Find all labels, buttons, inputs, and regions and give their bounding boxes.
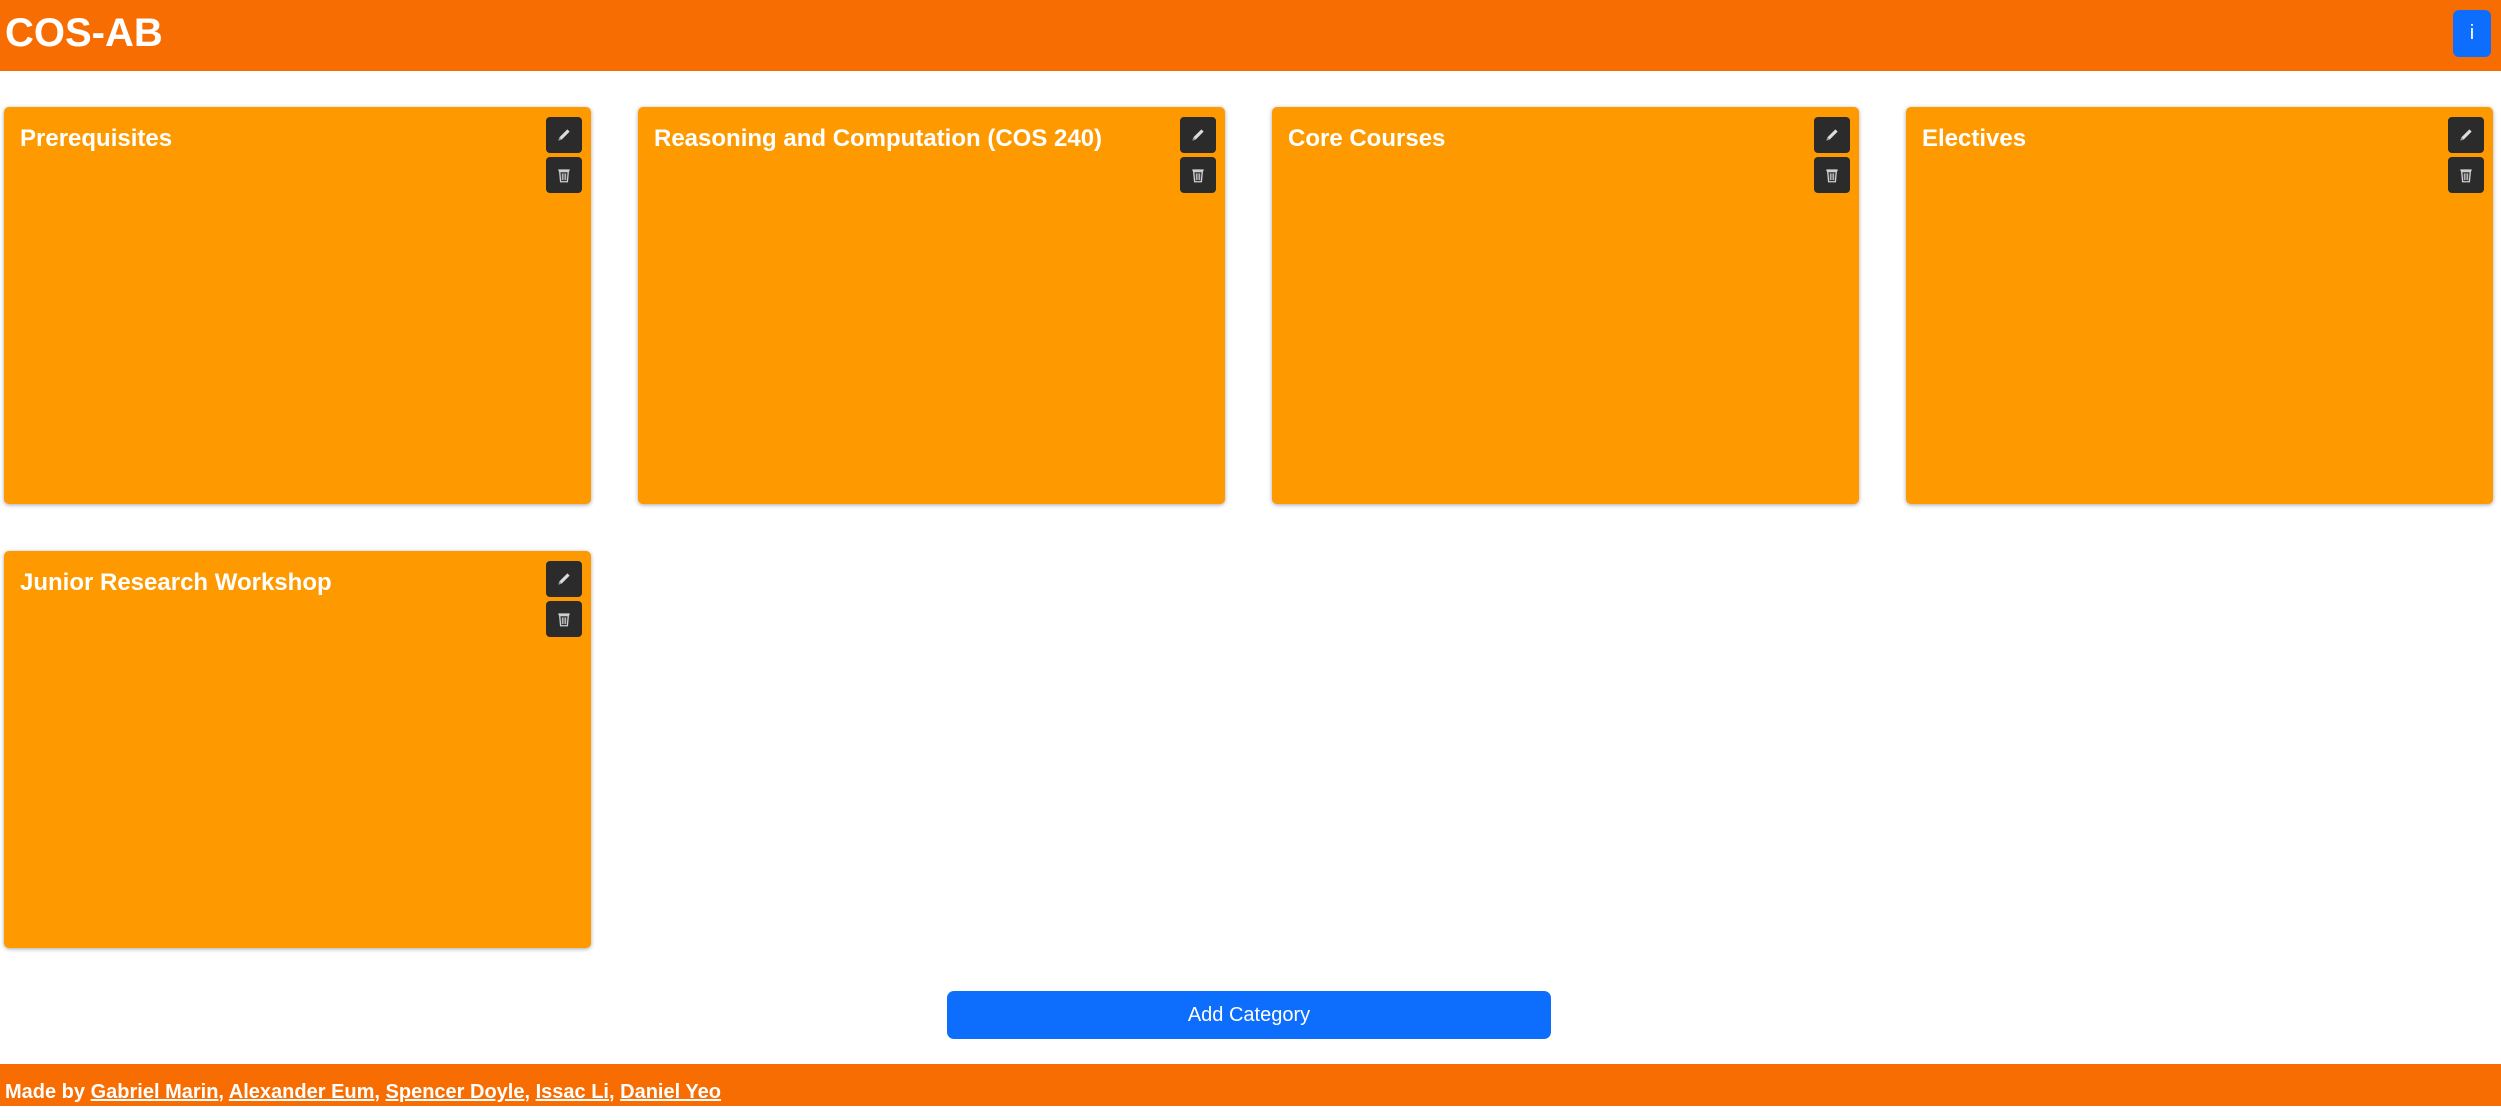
edit-category-button[interactable] xyxy=(1814,117,1850,153)
info-button[interactable]: i xyxy=(2453,10,2491,57)
author-link-alexander-eum[interactable]: Alexander Eum xyxy=(229,1081,375,1103)
author-link-spencer-doyle[interactable]: Spencer Doyle xyxy=(386,1081,525,1103)
category-title: Electives xyxy=(1922,125,2027,152)
trash-icon xyxy=(1826,169,1838,183)
author-link-gabriel-marin[interactable]: Gabriel Marin xyxy=(91,1081,219,1103)
category-card-junior-research-workshop: Junior Research Workshop xyxy=(4,551,591,948)
category-card-electives: Electives xyxy=(1906,107,2493,504)
category-title: Reasoning and Computation (COS 240) xyxy=(654,125,1103,152)
pencil-icon xyxy=(1192,129,1204,141)
add-category-button[interactable]: Add Category xyxy=(947,991,1551,1039)
author-link-issac-li[interactable]: Issac Li xyxy=(536,1081,609,1103)
delete-category-button[interactable] xyxy=(2448,157,2484,193)
trash-icon xyxy=(558,613,570,627)
delete-category-button[interactable] xyxy=(1814,157,1850,193)
footer-prefix: Made by xyxy=(5,1081,86,1103)
trash-icon xyxy=(2460,169,2472,183)
app-header: COS-AB i xyxy=(0,0,2501,71)
pencil-icon xyxy=(558,573,570,585)
pencil-icon xyxy=(2460,129,2472,141)
category-title: Core Courses xyxy=(1288,125,1446,152)
author-link-daniel-yeo[interactable]: Daniel Yeo xyxy=(620,1081,721,1103)
footer-separator: , xyxy=(218,1081,224,1103)
trash-icon xyxy=(558,169,570,183)
trash-icon xyxy=(1192,169,1204,183)
category-title: Prerequisites xyxy=(20,125,173,152)
pencil-icon xyxy=(558,129,570,141)
footer-separator: , xyxy=(524,1081,531,1103)
edit-category-button[interactable] xyxy=(546,561,582,597)
edit-category-button[interactable] xyxy=(1180,117,1216,153)
edit-category-button[interactable] xyxy=(2448,117,2484,153)
pencil-icon xyxy=(1826,129,1838,141)
category-title: Junior Research Workshop xyxy=(20,569,332,596)
footer: Made by Gabriel Marin, Alexander Eum, Sp… xyxy=(0,1064,2501,1106)
delete-category-button[interactable] xyxy=(546,157,582,193)
delete-category-button[interactable] xyxy=(546,601,582,637)
category-card-core-courses: Core Courses xyxy=(1272,107,1859,504)
footer-separator: , xyxy=(609,1081,615,1103)
footer-separator: , xyxy=(374,1081,380,1103)
delete-category-button[interactable] xyxy=(1180,157,1216,193)
category-card-reasoning-and-computation: Reasoning and Computation (COS 240) xyxy=(638,107,1225,504)
edit-category-button[interactable] xyxy=(546,117,582,153)
app-title: COS-AB xyxy=(5,11,163,55)
category-card-prerequisites: Prerequisites xyxy=(4,107,591,504)
